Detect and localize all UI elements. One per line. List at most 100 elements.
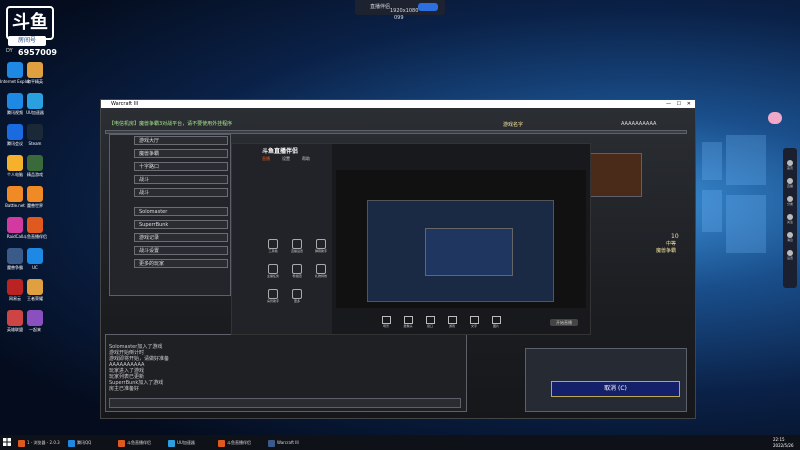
menu-item[interactable]: 游戏记录 — [134, 233, 228, 242]
right-sidebar-label: 设置 — [786, 256, 793, 260]
desktop-icon-label: UC — [32, 265, 38, 270]
cancel-button[interactable]: 取消 (C) — [551, 381, 680, 397]
desktop-app-icon — [27, 124, 43, 140]
minimize-icon[interactable]: — — [666, 100, 671, 108]
bottom-right-panel — [525, 348, 687, 412]
app-source-button[interactable]: 游戏 — [442, 316, 462, 328]
desktop-icon[interactable]: 王者荣耀 — [20, 279, 50, 301]
menu-item[interactable]: 战斗 — [134, 175, 228, 184]
app-tool-item[interactable]: 粉丝团 — [286, 264, 308, 278]
desktop-icon-label: 魔兽世界 — [27, 203, 43, 208]
desktop-icon[interactable]: 和平精英 — [20, 62, 50, 84]
tool-label: 工具箱 — [268, 249, 278, 253]
menu-item[interactable]: 战斗 — [134, 188, 228, 197]
desktop-icon[interactable]: 魔兽世界 — [20, 186, 50, 208]
app-tab-live[interactable]: 直播 — [262, 156, 270, 162]
menu-item[interactable]: 游戏大厅 — [134, 136, 228, 145]
start-live-button[interactable]: 开始直播 — [550, 319, 578, 326]
windows-start-icon[interactable] — [3, 438, 11, 446]
app-source-button[interactable]: 场景 — [376, 316, 396, 328]
taskbar-app-label: 斗鱼直播伴侣 — [227, 440, 251, 445]
source-icon — [403, 316, 413, 324]
desktop-icon[interactable]: UC — [20, 248, 50, 270]
room-badge: 房间号 — [8, 36, 46, 46]
app-tab-settings[interactable]: 设置 — [282, 156, 290, 162]
app-tool-item[interactable]: 工具箱 — [262, 239, 284, 253]
source-icon — [469, 316, 479, 324]
menu-item[interactable]: SuperrBunk — [134, 220, 228, 229]
score-line-3: 魔兽争霸 — [656, 248, 677, 254]
taskbar-app-label: UU加速器 — [177, 440, 195, 445]
app-tool-item[interactable]: 礼物特效 — [310, 264, 332, 278]
close-icon[interactable]: ✕ — [687, 100, 691, 108]
room-number: 6957009 — [18, 48, 57, 57]
taskbar-app-icon — [268, 439, 275, 447]
app-source-button[interactable]: 窗口 — [420, 316, 440, 328]
mascot-icon[interactable] — [768, 112, 782, 124]
app-tool-item[interactable]: 弹幕助手 — [310, 239, 332, 253]
desktop-app-icon — [27, 186, 43, 202]
maximize-icon[interactable]: ☐ — [677, 100, 681, 108]
desktop-icon[interactable]: 斗鱼直播伴侣 — [20, 217, 50, 239]
right-sidebar-label: 首页 — [786, 166, 793, 170]
score-line-1: 10 — [671, 233, 679, 240]
app-tool-item[interactable]: 直播设置 — [286, 239, 308, 253]
desktop-icon[interactable]: Steam — [20, 124, 50, 146]
desktop-app-icon — [27, 248, 43, 264]
menu-item[interactable]: 更多的玩家 — [134, 259, 228, 268]
app-source-button[interactable]: 摄像头 — [398, 316, 418, 328]
app-tool-item[interactable]: 房管助手 — [262, 289, 284, 303]
taskbar-app[interactable]: 1 - 浏览器 - 2.0.3 — [18, 437, 60, 448]
taskbar-app[interactable]: 腾讯QQ — [68, 437, 91, 448]
taskbar-app[interactable]: UU加速器 — [168, 437, 195, 448]
desktop-icon[interactable]: 精品游戏 — [20, 155, 50, 177]
tool-icon — [268, 289, 278, 299]
menu-item[interactable]: 战斗设置 — [134, 246, 228, 255]
source-icon — [381, 316, 391, 324]
top-right-label: AAAAAAAAAA — [621, 121, 657, 127]
desktop-icon-label: 斗鱼直播伴侣 — [23, 234, 47, 239]
app-source-button[interactable]: 文字 — [464, 316, 484, 328]
menu-item[interactable]: 魔兽争霸 — [134, 149, 228, 158]
tool-label: 房管助手 — [266, 299, 279, 303]
app-tool-item[interactable]: 主播任务 — [262, 264, 284, 278]
source-icon — [425, 316, 435, 324]
menu-item[interactable]: Solomaster — [134, 207, 228, 216]
desktop-icon-label: 王者荣耀 — [27, 296, 43, 301]
right-sidebar-item[interactable]: 设置 — [785, 250, 795, 260]
app-tab-help[interactable]: 帮助 — [302, 156, 310, 162]
app-source-button[interactable]: 图片 — [486, 316, 506, 328]
desktop-icon[interactable]: 一起来 — [20, 310, 50, 332]
tool-icon — [316, 264, 326, 274]
tool-icon — [268, 239, 278, 249]
right-sidebar-item[interactable]: 消息 — [785, 232, 795, 242]
top-pill-button[interactable] — [418, 3, 438, 11]
desktop-icon-label: Steam — [28, 141, 42, 146]
taskbar-app[interactable]: Warcraft III — [268, 437, 299, 448]
desktop-icon[interactable]: UU加速器 — [20, 93, 50, 115]
tool-label: 主播任务 — [266, 274, 279, 278]
chat-input[interactable] — [109, 398, 461, 408]
right-sidebar-item[interactable]: 关注 — [785, 214, 795, 224]
player-portrait — [588, 153, 642, 197]
taskbar-app-label: 斗鱼直播伴侣 — [127, 440, 151, 445]
menu-item[interactable]: 十字路口 — [134, 162, 228, 171]
clock-date: 2022/5/26 — [773, 443, 794, 448]
right-sidebar-label: 关注 — [786, 220, 793, 224]
app-title: 斗鱼直播伴侣 — [262, 148, 299, 155]
top-bar-resolution: 1920x1080 — [390, 8, 419, 14]
taskbar-app-label: 腾讯QQ — [77, 440, 92, 445]
source-label: 摄像头 — [403, 324, 413, 328]
right-sidebar-item[interactable]: 直播 — [785, 178, 795, 188]
taskbar-app[interactable]: 斗鱼直播伴侣 — [118, 437, 151, 448]
desktop-icon-label: 一起来 — [29, 327, 41, 332]
right-sidebar-item[interactable]: 首页 — [785, 160, 795, 170]
app-tool-item[interactable]: 更多 — [286, 289, 308, 303]
right-sidebar-label: 消息 — [786, 238, 793, 242]
taskbar-app-icon — [68, 439, 75, 447]
window-titlebar[interactable]: Warcraft III — ☐ ✕ — [101, 100, 695, 108]
desktop-icon-label: 和平精英 — [27, 79, 43, 84]
right-sidebar-item[interactable]: 分类 — [785, 196, 795, 206]
desktop-icon-label: UU加速器 — [26, 110, 44, 115]
taskbar-app[interactable]: 斗鱼直播伴侣 — [218, 437, 251, 448]
